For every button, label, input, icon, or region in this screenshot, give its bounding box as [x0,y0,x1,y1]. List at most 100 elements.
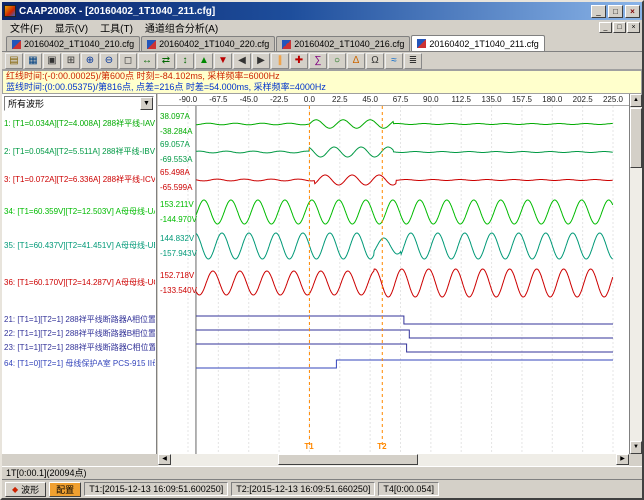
waveform-channel-23 [196,343,613,353]
next-fault-icon[interactable]: ▶ [252,52,270,69]
cursor2-info-text: 蓝线时间:(0:00.05375)/第816点, 点差=216点 时差=54.0… [6,82,326,92]
time-tick-label: -45.0 [239,95,258,104]
zoom-reset-icon[interactable]: ◻ [119,52,137,69]
diamond-icon: ◆ [12,484,19,494]
channel-list-panel: 所有波形 ▼ 1: [T1=0.034A][T2=4.008A] 288祥平线-… [2,94,157,454]
tab-label: 20160402_1T1040_211.cfg [429,38,539,49]
channel-label[interactable]: 64: [T1=0][T2=1] 母线保护A室 PCS-915 II母母差保护动… [4,358,155,369]
minimize-button[interactable]: _ [591,4,606,18]
channel-label[interactable]: 1: [T1=0.034A][T2=4.008A] 288祥平线-IAV [4,118,155,129]
waveform-file-icon [147,39,157,49]
document-tab-3[interactable]: 20160402_1T1040_216.cfg [276,36,411,51]
channel-label[interactable]: 23: [T1=1][T2=1] 288祥平线断路器C相位置 [4,342,155,353]
tab-label: 20160402_1T1040_216.cfg [294,39,405,49]
prev-fault-icon[interactable]: ◀ [233,52,251,69]
point-info-text: 1T[0:00.1](20094点) [6,468,87,478]
vector-diagram-icon[interactable]: ○ [328,52,346,69]
info-bar: 红线时间:(-0:00.00025)/第600点 时刻=-84.102ms, 采… [2,70,642,94]
settings-icon[interactable]: ≣ [404,52,422,69]
tab-label: 20160402_1T1040_210.cfg [24,39,135,49]
app-icon [4,5,16,17]
menu-item-4[interactable]: 通道组合分析(A) [139,19,224,36]
app-window: CAAP2008X - [20160402_1T1040_211.cfg] _ … [0,0,644,500]
waveform-channel-3 [196,174,613,186]
zoom-in-icon[interactable]: ⊕ [81,52,99,69]
waveform-area: -90.0 -67.5 -45.0 -22.5 0.0 22.5 45.0 67.5 90.0 1… [158,94,629,454]
impedance-icon[interactable]: Ω [366,52,384,69]
time-tick-label: 202.5 [572,95,593,104]
print-icon[interactable]: ▣ [43,52,61,69]
status-field-2: T2:[2015-12-13 16:09:51.660250] [231,482,376,496]
document-tab-4[interactable]: 20160402_1T1040_211.cfg [411,35,545,51]
waveform-channel-64 [196,359,613,369]
footer-tab-1[interactable]: ◆ 波形 [5,481,47,497]
tab-label: 20160402_1T1040_220.cfg [159,39,270,49]
time-tick-label: 90.0 [423,95,439,104]
measure-icon[interactable]: ✚ [290,52,308,69]
time-tick-label: 135.0 [481,95,502,104]
waveform-channel-34 [195,199,614,225]
title-bar: CAAP2008X - [20160402_1T1040_211.cfg] _ … [2,2,642,20]
channel-label[interactable]: 2: [T1=0.054A][T2=5.511A] 288祥平线-IBV [4,146,155,157]
tab-bar: 20160402_1T1040_210.cfg 20160402_1T1040_2… [2,35,642,52]
horizontal-scroll-thumb[interactable] [278,454,418,465]
maximize-button[interactable]: □ [608,4,623,18]
channel-max-value: 144.832V [160,234,195,243]
time-tick-label: -22.5 [269,95,289,104]
expand-y-icon[interactable]: ↕ [176,52,194,69]
time-tick-label: 67.5 [392,95,409,104]
channel-label[interactable]: 22: [T1=1][T2=1] 288祥平线断路器B相位置 [4,328,155,339]
time-tick-label: 225.0 [602,95,624,104]
amplitude-up-icon[interactable]: ▲ [195,52,213,69]
harmonics-icon[interactable]: ∑ [309,52,327,69]
channel-label[interactable]: 35: [T1=60.437V][T2=41.451V] A母母线-UBV [4,240,155,251]
waveform-channel-22 [196,329,613,339]
channel-label[interactable]: 21: [T1=1][T2=1] 288祥平线断路器A相位置 [4,314,155,325]
save-icon[interactable]: ▦ [24,52,42,69]
channel-label[interactable]: 34: [T1=60.359V][T2=12.503V] A母母线-UAV [4,206,155,217]
cursor-icon[interactable]: ∥ [271,52,289,69]
channel-label[interactable]: 36: [T1=60.170V][T2=14.287V] A母母线-UCV [4,277,155,288]
scroll-up-icon[interactable]: ▲ [630,94,642,107]
scroll-left-icon[interactable]: ◀ [158,454,171,465]
mdi-restore-button[interactable]: □ [613,22,626,33]
channel-label[interactable]: 3: [T1=0.072A][T2=6.336A] 288祥平线-ICV [4,174,155,185]
cursor-label-t1[interactable]: T1 [304,442,313,451]
waveform-file-icon [12,39,21,49]
horizontal-scrollbar[interactable]: ◀ ▶ [158,454,629,466]
document-tab-1[interactable]: 20160402_1T1040_210.cfg [6,36,141,51]
footer-tab-2[interactable]: 配置 [49,481,82,497]
menu-item-1[interactable]: 文件(F) [4,19,49,36]
menu-item-3[interactable]: 工具(T) [94,19,139,36]
sequence-icon[interactable]: Δ [347,52,365,69]
chevron-down-icon: ▼ [140,97,153,110]
scroll-down-icon[interactable]: ▼ [630,441,642,454]
compress-x-icon[interactable]: ⇄ [157,52,175,69]
copy-icon[interactable]: ⊞ [62,52,80,69]
frequency-icon[interactable]: ≈ [385,52,403,69]
channel-max-value: 65.498A [160,168,190,177]
time-tick-label: -67.5 [209,95,228,104]
waveform-filter-select[interactable]: 所有波形 ▼ [4,96,154,111]
time-tick-label: 0.0 [303,95,315,104]
vertical-scrollbar[interactable]: ▲ ▼ [629,94,642,454]
channel-min-value: -38.284A [160,127,193,136]
amplitude-down-icon[interactable]: ▼ [214,52,232,69]
vertical-scroll-thumb[interactable] [630,108,642,168]
time-tick-label: 157.5 [511,95,532,104]
footer-tab-label: 波形 [21,484,40,495]
channel-min-value: -144.970V [160,215,197,224]
waveform-channel-1 [196,119,613,129]
zoom-out-icon[interactable]: ⊖ [100,52,118,69]
mdi-minimize-button[interactable]: _ [599,22,612,33]
scroll-right-icon[interactable]: ▶ [616,454,629,465]
expand-x-icon[interactable]: ↔ [138,52,156,69]
cursor-label-t2[interactable]: T2 [377,442,386,451]
waveform-file-icon [282,39,292,49]
mdi-close-button[interactable]: × [627,22,640,33]
time-tick-label: 112.5 [451,95,471,104]
close-button[interactable]: × [625,4,640,18]
document-tab-2[interactable]: 20160402_1T1040_220.cfg [141,36,276,51]
open-icon[interactable]: ▤ [5,52,23,69]
menu-item-2[interactable]: 显示(V) [49,19,94,36]
